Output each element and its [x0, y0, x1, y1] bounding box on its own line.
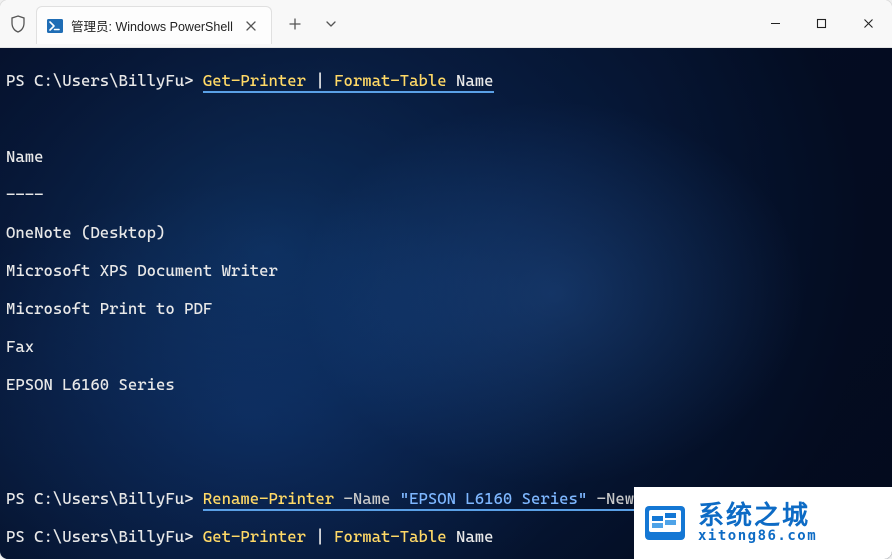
cmdlet: Get-Printer	[203, 527, 306, 546]
watermark-logo-icon	[642, 500, 688, 546]
titlebar[interactable]: 管理员: Windows PowerShell	[0, 0, 892, 48]
column-dashes: ----	[6, 185, 886, 204]
output-row: Microsoft Print to PDF	[6, 299, 886, 318]
prompt: PS C:\Users\BillyFu>	[6, 527, 194, 546]
arg: Name	[447, 527, 494, 546]
watermark: 系统之城 xitong86.com	[634, 487, 892, 559]
powershell-icon	[47, 18, 63, 34]
pipe: |	[306, 71, 334, 90]
close-button[interactable]	[844, 0, 892, 47]
column-header: Name	[6, 147, 886, 166]
titlebar-drag-area[interactable]	[348, 0, 752, 47]
prompt: PS C:\Users\BillyFu>	[6, 71, 194, 90]
minimize-button[interactable]	[752, 0, 798, 47]
tab-dropdown-button[interactable]	[314, 7, 348, 41]
titlebar-left	[0, 0, 32, 47]
terminal-line: PS C:\Users\BillyFu> Get-Printer | Forma…	[6, 71, 886, 90]
output-row: Fax	[6, 337, 886, 356]
cmdlet: Format-Table	[334, 71, 447, 90]
cmdlet: Format-Table	[334, 527, 447, 546]
terminal-body[interactable]: PS C:\Users\BillyFu> Get-Printer | Forma…	[0, 48, 892, 559]
string: "EPSON L6160 Series"	[400, 489, 588, 508]
tab-title: 管理员: Windows PowerShell	[71, 16, 233, 35]
param: -Name	[334, 489, 400, 508]
shield-icon	[10, 15, 26, 33]
cmdlet: Rename-Printer	[203, 489, 334, 508]
new-tab-button[interactable]	[278, 7, 312, 41]
blank-line	[6, 413, 886, 432]
output-row: Microsoft XPS Document Writer	[6, 261, 886, 280]
arg: Name	[447, 71, 494, 90]
watermark-title: 系统之城	[698, 502, 817, 529]
tab-actions	[278, 0, 348, 47]
window-controls	[752, 0, 892, 47]
blank-line	[6, 109, 886, 128]
maximize-button[interactable]	[798, 0, 844, 47]
tab-active[interactable]: 管理员: Windows PowerShell	[36, 6, 272, 44]
prompt: PS C:\Users\BillyFu>	[6, 489, 194, 508]
output-row: EPSON L6160 Series	[6, 375, 886, 394]
watermark-text: 系统之城 xitong86.com	[698, 502, 817, 544]
cmdlet: Get-Printer	[203, 71, 306, 90]
pipe: |	[306, 527, 334, 546]
app-window: 管理员: Windows PowerShell	[0, 0, 892, 559]
output-row: OneNote (Desktop)	[6, 223, 886, 242]
tab-close-button[interactable]	[241, 16, 261, 36]
watermark-url: xitong86.com	[698, 529, 817, 544]
blank-line	[6, 451, 886, 470]
